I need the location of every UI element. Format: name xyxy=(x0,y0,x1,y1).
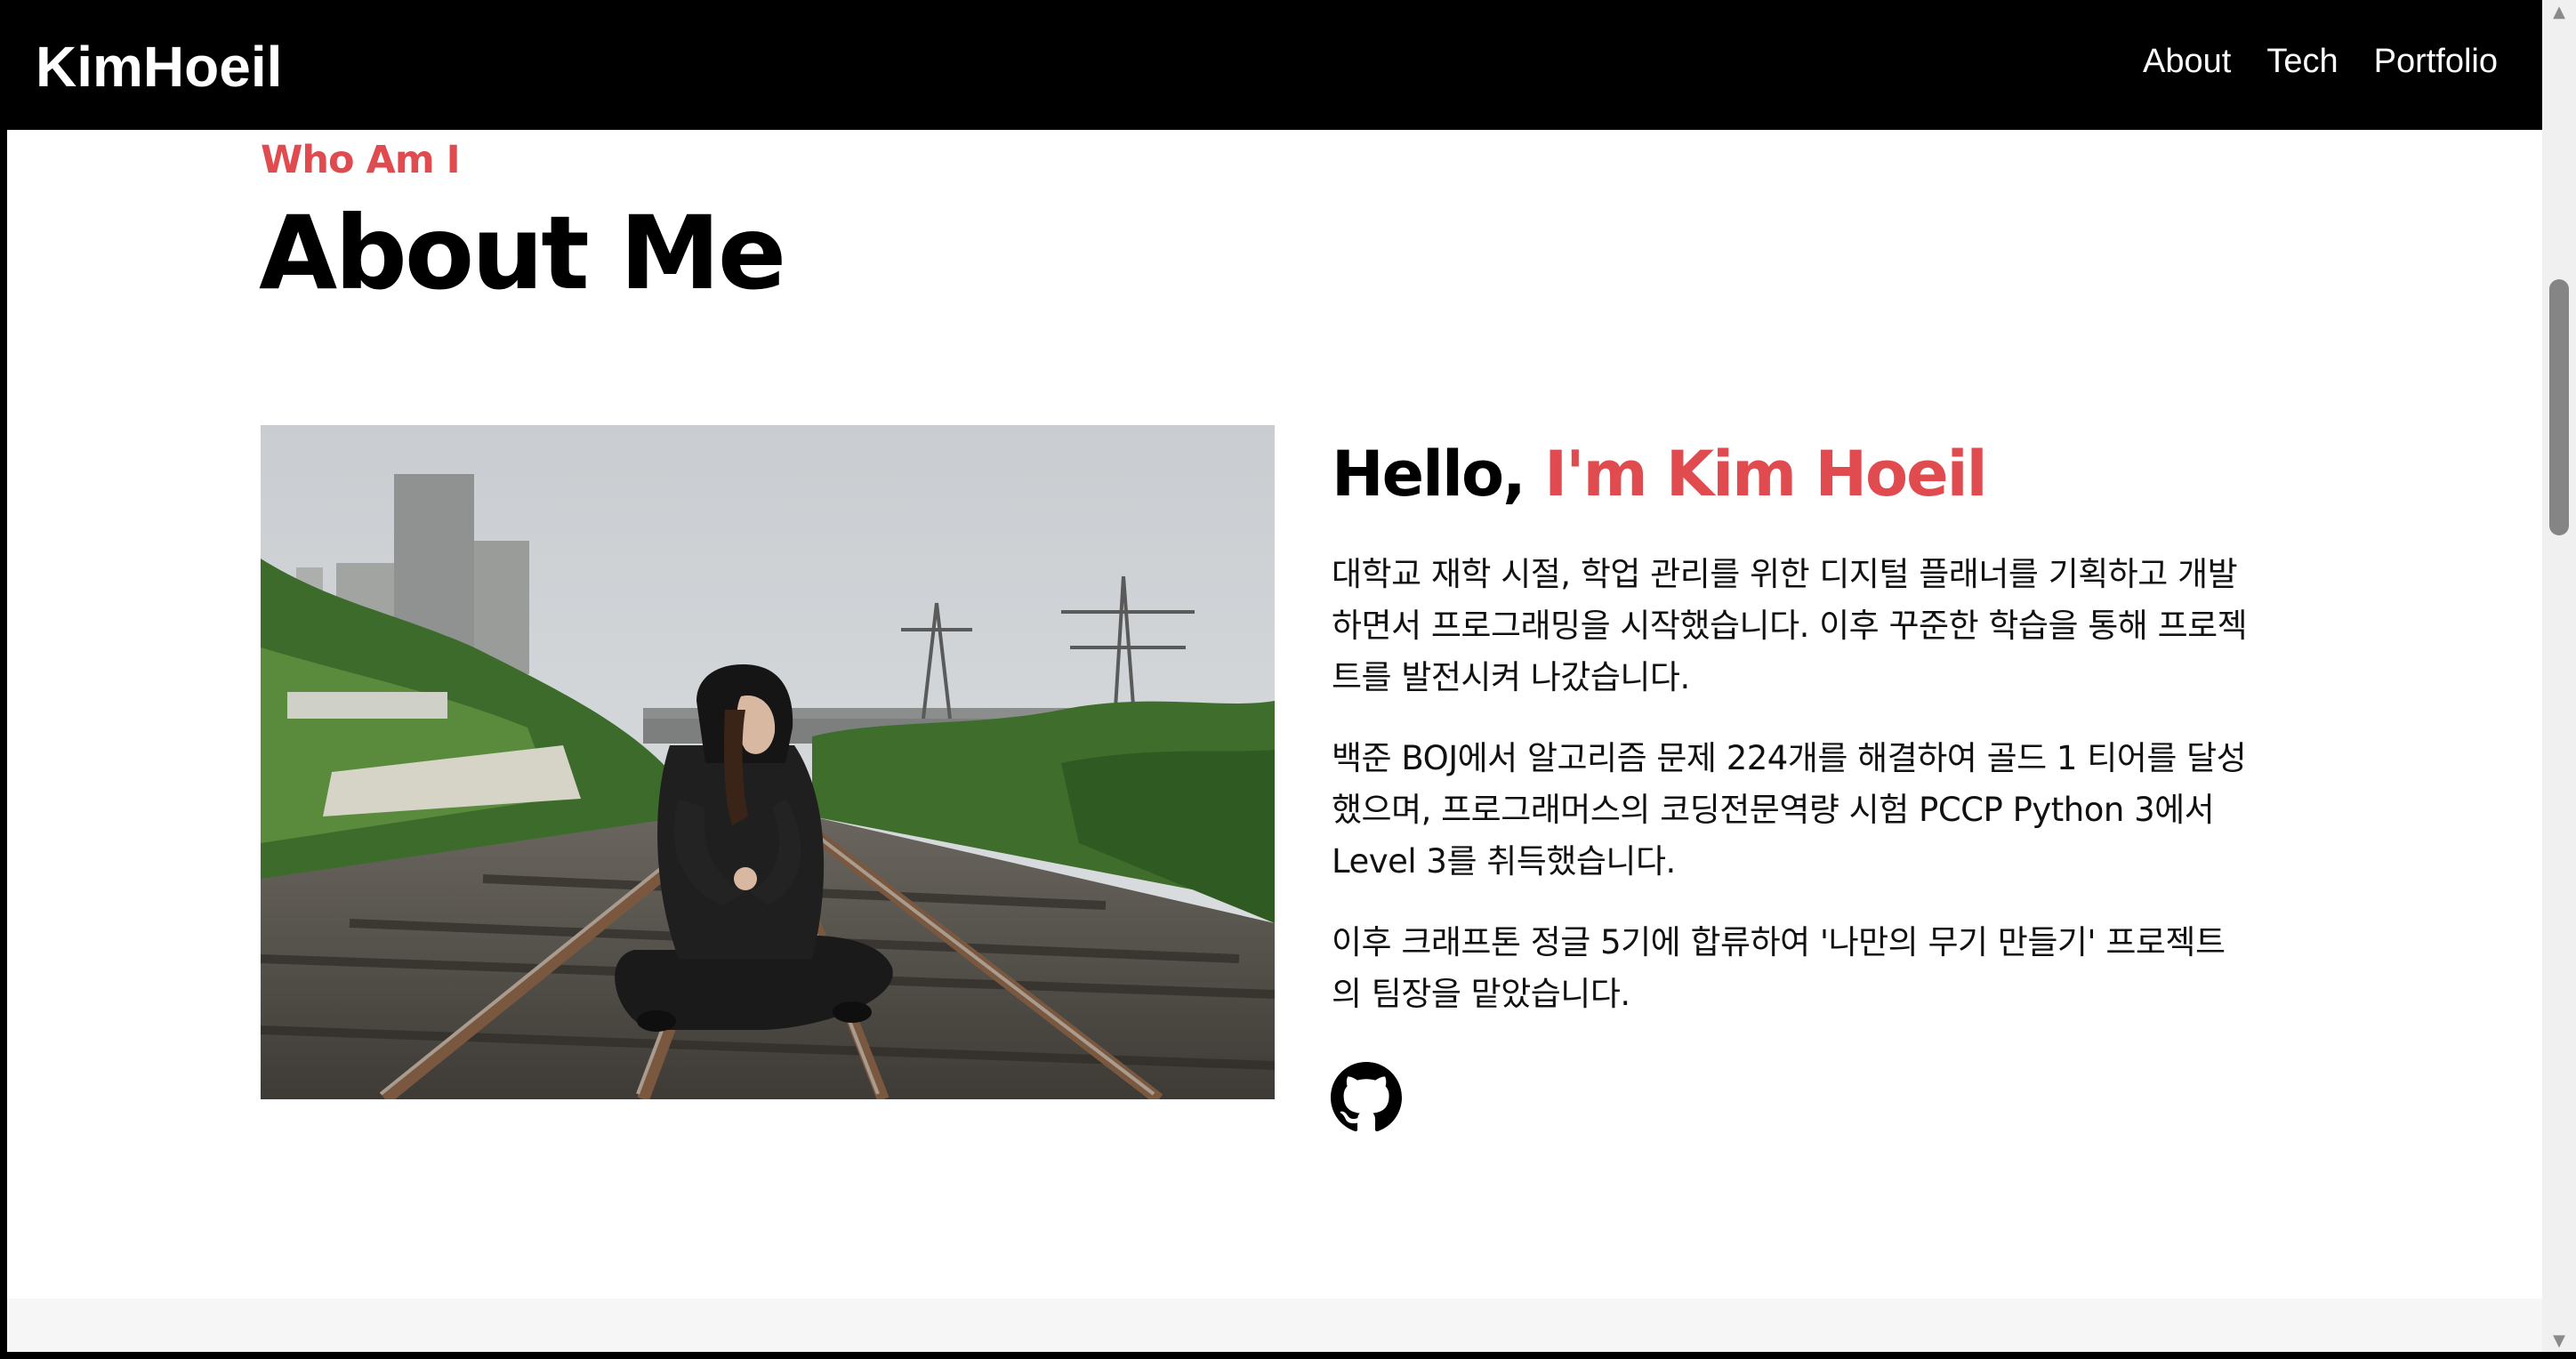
window-border xyxy=(0,1352,2576,1359)
brand-logo[interactable]: KimHoeil xyxy=(36,34,282,100)
scrollbar[interactable]: ▲ ▼ xyxy=(2542,0,2576,1352)
bio-paragraph: 백준 BOJ에서 알고리즘 문제 224개를 해결하여 골드 1 티어를 달성했… xyxy=(1332,739,2247,881)
section-title: About Me xyxy=(259,194,786,312)
hello-heading: Hello, I'm Kim Hoeil xyxy=(1332,438,1988,511)
scroll-down-icon[interactable]: ▼ xyxy=(2542,1329,2576,1352)
section-eyebrow: Who Am I xyxy=(261,138,461,182)
nav-link-portfolio[interactable]: Portfolio xyxy=(2374,43,2498,81)
bio-paragraph: 이후 크래프톤 정글 5기에 합류하여 '나만의 무기 만들기' 프로젝트의 팀… xyxy=(1332,923,2226,1013)
nav-link-tech[interactable]: Tech xyxy=(2266,43,2338,81)
profile-photo xyxy=(261,425,1275,1099)
page: KimHoeil About Tech Portfolio Who Am I A… xyxy=(0,0,2576,1359)
hello-name: I'm Kim Hoeil xyxy=(1544,438,1987,511)
hello-prefix: Hello, xyxy=(1332,438,1545,511)
nav-links: About Tech Portfolio xyxy=(2143,43,2498,81)
nav-link-about[interactable]: About xyxy=(2143,43,2231,81)
scroll-thumb[interactable] xyxy=(2549,279,2569,535)
bio-paragraph: 대학교 재학 시절, 학업 관리를 위한 디지털 플래너를 기획하고 개발하면서… xyxy=(1332,555,2248,696)
scroll-up-icon[interactable]: ▲ xyxy=(2542,0,2576,23)
github-icon[interactable] xyxy=(1331,1062,1402,1133)
window-border xyxy=(0,0,7,1359)
next-section xyxy=(7,1299,2542,1352)
navbar: KimHoeil About Tech Portfolio xyxy=(0,0,2542,130)
